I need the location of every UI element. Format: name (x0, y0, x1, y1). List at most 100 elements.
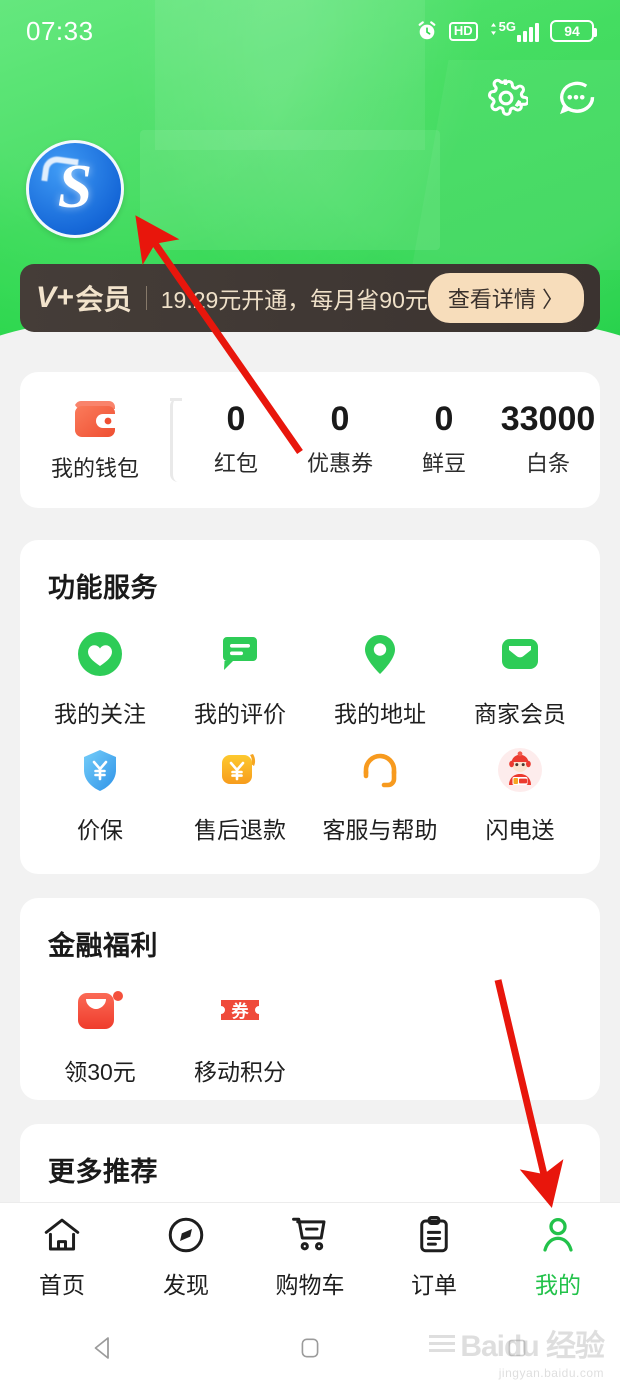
stat-coupon[interactable]: 0 优惠券 (288, 402, 392, 478)
chat-bubble-icon[interactable] (554, 76, 598, 120)
clipboard-icon (420, 1215, 448, 1252)
status-icons: HD 5G 94 (416, 20, 597, 42)
vip-logo-mark: V+ (36, 281, 74, 314)
service-price-protection[interactable]: 价保 (30, 743, 170, 845)
vip-detail-button[interactable]: 查看详情 〉 (427, 273, 584, 323)
finance-label: 移动积分 (194, 1059, 286, 1085)
service-label: 我的关注 (54, 701, 146, 727)
wallet-divider (170, 398, 184, 482)
stat-baitiao[interactable]: 33000 白条 (496, 402, 600, 478)
courier-icon (493, 743, 547, 797)
wallet-card: 我的钱包 0 红包 0 优惠券 0 鲜豆 33000 白条 (20, 372, 600, 508)
service-label: 客服与帮助 (322, 817, 438, 843)
nav-item-home[interactable]: 首页 (0, 1214, 124, 1300)
finance-title: 金融福利 (48, 931, 158, 961)
alarm-icon (418, 21, 436, 40)
avatar[interactable]: S (26, 140, 124, 238)
vip-logo-text: 会员 (75, 284, 132, 315)
finance-claim-30[interactable]: 领30元 (30, 985, 170, 1087)
headset-icon (353, 743, 407, 797)
service-flash-delivery[interactable]: 闪电送 (450, 743, 590, 845)
services-row-2: 价保 售后退款 客服与帮助 闪电送 (20, 729, 600, 845)
stat-beans[interactable]: 0 鲜豆 (392, 402, 496, 478)
nav-item-orders[interactable]: 订单 (372, 1214, 496, 1300)
gear-icon[interactable] (484, 76, 528, 120)
finance-mobile-points[interactable]: 券 移动积分 (170, 985, 310, 1087)
nav-item-cart[interactable]: 购物车 (248, 1214, 372, 1300)
service-label: 售后退款 (194, 817, 286, 843)
location-pin-icon (353, 627, 407, 681)
nav-label: 我的 (535, 1271, 581, 1298)
comment-icon (213, 627, 267, 681)
stat-value: 0 (330, 400, 350, 438)
data-arrows-icon (490, 23, 496, 35)
wallet-icon (69, 397, 121, 441)
vip-promo-text: 19.29元开通，每月省90元 (160, 287, 428, 313)
stat-label: 鲜豆 (421, 451, 466, 476)
service-label: 价保 (77, 817, 123, 843)
service-label: 商家会员 (474, 701, 566, 727)
heart-icon (73, 627, 127, 681)
service-customer-help[interactable]: 客服与帮助 (310, 743, 450, 845)
bottom-navigation: 首页 发现 购物车 订单 我的 (0, 1202, 620, 1310)
stat-label: 白条 (525, 451, 570, 476)
member-card-icon (493, 627, 547, 681)
hero-decor-2 (140, 130, 440, 250)
services-card: 功能服务 我的关注 我的评价 我的地址 商家会员 价保 售后退款 客服与帮助 闪… (20, 540, 600, 874)
battery-icon: 94 (550, 20, 597, 42)
stat-value: 33000 (500, 400, 596, 438)
signal-icon: 5G (489, 20, 539, 42)
wallet-stats: 0 红包 0 优惠券 0 鲜豆 33000 白条 (184, 402, 600, 478)
finance-card: 金融福利 领30元 券 移动积分 (20, 898, 600, 1100)
phone-screen: 07:33 HD 5G 94 S V+ 会员 19.29元开通，每月省90元 查… (0, 0, 620, 1386)
status-bar: 07:33 HD 5G 94 (0, 0, 620, 62)
back-triangle-icon[interactable] (81, 1326, 125, 1370)
coupon-icon: 券 (213, 985, 267, 1039)
more-title: 更多推荐 (48, 1157, 158, 1187)
shield-yuan-icon (73, 743, 127, 797)
recents-icon[interactable] (495, 1326, 539, 1370)
refund-yuan-icon (213, 743, 267, 797)
stat-value: 0 (226, 400, 246, 438)
service-merchant-member[interactable]: 商家会员 (450, 627, 590, 729)
service-label: 我的地址 (334, 701, 426, 727)
status-time: 07:33 (26, 15, 94, 46)
hd-icon: HD (448, 21, 478, 41)
finance-items: 领30元 券 移动积分 (20, 963, 600, 1087)
nav-label: 发现 (163, 1271, 209, 1298)
vip-banner[interactable]: V+ 会员 19.29元开通，每月省90元 查看详情 〉 (20, 264, 600, 332)
stat-value: 0 (434, 400, 454, 438)
header-actions (484, 76, 598, 120)
android-navigation-bar (0, 1310, 620, 1386)
service-my-follow[interactable]: 我的关注 (30, 627, 170, 729)
finance-label: 领30元 (64, 1059, 136, 1085)
my-wallet-entry[interactable]: 我的钱包 (20, 397, 170, 483)
stat-label: 红包 (213, 451, 258, 476)
compass-icon (168, 1217, 204, 1252)
service-my-address[interactable]: 我的地址 (310, 627, 450, 729)
red-envelope-icon (73, 985, 127, 1039)
signal-bars-icon (517, 23, 539, 42)
nav-item-profile[interactable]: 我的 (496, 1214, 620, 1300)
nav-label: 购物车 (275, 1271, 345, 1298)
stat-hongbao[interactable]: 0 红包 (184, 402, 288, 478)
finance-spacer-2 (450, 985, 590, 1087)
nav-label: 订单 (411, 1271, 457, 1298)
services-title: 功能服务 (48, 573, 158, 603)
network-type-label: 5G (498, 19, 516, 34)
home-icon (44, 1218, 80, 1250)
vip-logo: V+ 会员 (36, 278, 132, 318)
finance-spacer-1 (310, 985, 450, 1087)
service-label: 我的评价 (194, 701, 286, 727)
svg-text:券: 券 (231, 1001, 250, 1022)
stat-label: 优惠券 (306, 451, 373, 476)
vip-divider (145, 286, 147, 310)
service-my-review[interactable]: 我的评价 (170, 627, 310, 729)
avatar-letter: S (57, 153, 93, 221)
wallet-label: 我的钱包 (50, 456, 139, 481)
nav-item-discover[interactable]: 发现 (124, 1214, 248, 1300)
services-row-1: 我的关注 我的评价 我的地址 商家会员 (20, 605, 600, 729)
home-square-icon[interactable] (288, 1326, 332, 1370)
service-refund[interactable]: 售后退款 (170, 743, 310, 845)
cart-icon (292, 1217, 326, 1250)
